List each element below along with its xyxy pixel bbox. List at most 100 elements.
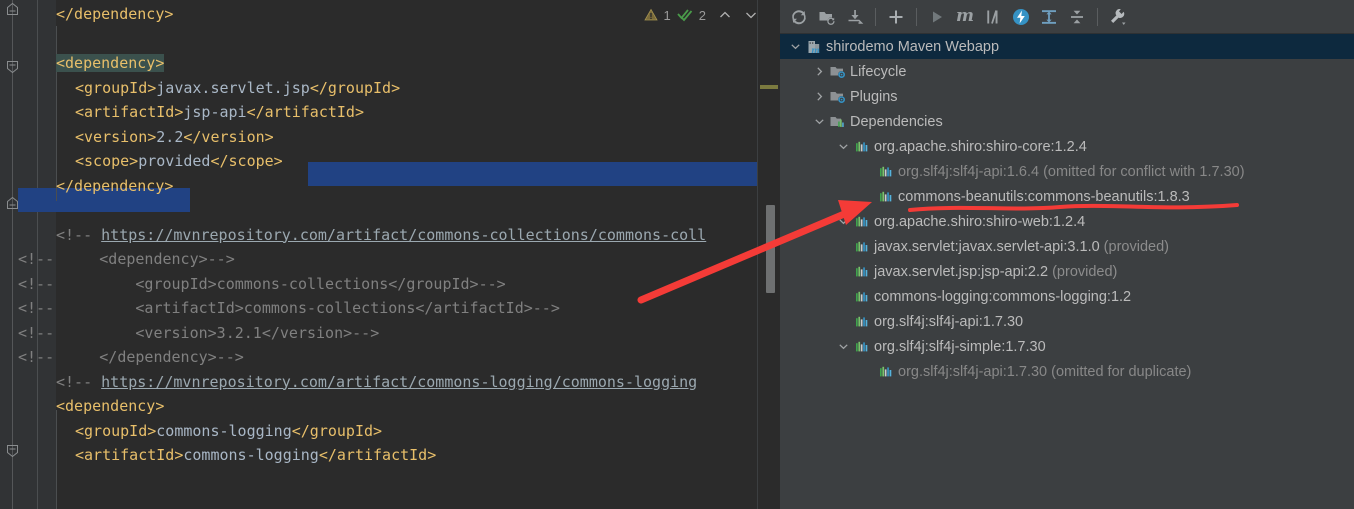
- code-token: <!-- <dependency>-->: [18, 250, 235, 268]
- code-line: <artifactId>commons-logging</artifactId>: [0, 443, 760, 468]
- code-text[interactable]: </dependency> <dependency> <groupId>javax.…: [0, 0, 760, 509]
- chevron-up-icon[interactable]: [718, 8, 732, 22]
- code-token: commons-logging: [156, 421, 292, 440]
- tree-row[interactable]: Dependencies: [780, 109, 1354, 134]
- tree-row[interactable]: org.slf4j:slf4j-api:1.7.30 (omitted for …: [780, 359, 1354, 384]
- chevron-down-icon[interactable]: [814, 116, 825, 127]
- folder-gear-icon: [830, 64, 846, 80]
- svg-text:m: m: [811, 45, 819, 55]
- editor-marker-bar[interactable]: [757, 0, 780, 509]
- editor-scrollbar-thumb[interactable]: [766, 205, 775, 293]
- tree-row[interactable]: org.apache.shiro:shiro-core:1.2.4: [780, 134, 1354, 159]
- tree-row-label: Plugins: [850, 88, 898, 105]
- code-line: <scope>provided</scope>: [0, 149, 760, 174]
- tree-row-label: shirodemo Maven Webapp: [826, 38, 1000, 55]
- code-token: commons-logging: [183, 446, 319, 464]
- tree-row[interactable]: org.slf4j:slf4j-simple:1.7.30: [780, 334, 1354, 359]
- toggle-skip-tests-icon[interactable]: [1008, 4, 1034, 30]
- tree-row[interactable]: javax.servlet:javax.servlet-api:3.1.0 (p…: [780, 234, 1354, 259]
- tree-row[interactable]: Plugins: [780, 84, 1354, 109]
- reimport-icon[interactable]: [786, 4, 812, 30]
- warning-marker-stripe[interactable]: [760, 85, 778, 89]
- collapse-all-icon[interactable]: [1064, 4, 1090, 30]
- tree-row[interactable]: commons-logging:commons-logging:1.2: [780, 284, 1354, 309]
- code-token: <groupId>: [75, 78, 157, 97]
- ok-count: 2: [698, 7, 706, 23]
- chevron-down-icon[interactable]: [744, 8, 758, 22]
- tree-row[interactable]: org.apache.shiro:shiro-web:1.2.4: [780, 209, 1354, 234]
- tree-row[interactable]: commons-beanutils:commons-beanutils:1.8.…: [780, 184, 1354, 209]
- folder-gear-icon: [830, 89, 846, 105]
- tree-row-label: Lifecycle: [850, 63, 907, 80]
- toolbar-separator: [1097, 7, 1098, 26]
- library-bars-icon: [854, 339, 870, 355]
- toolbar-separator: [916, 7, 917, 26]
- tree-row-label: org.slf4j:slf4j-api:1.7.30 (omitted for …: [898, 363, 1192, 380]
- code-line: <dependency>: [0, 51, 760, 76]
- toggle-offline-icon[interactable]: [980, 4, 1006, 30]
- code-token: <!-- <artifactId>commons-collections</ar…: [18, 299, 560, 317]
- code-line: <groupId>commons-logging</groupId>: [0, 419, 760, 444]
- chevron-down-icon[interactable]: [838, 141, 849, 152]
- code-editor-pane[interactable]: </dependency> <dependency> <groupId>javax.…: [0, 0, 780, 509]
- code-token: 2.2: [156, 127, 184, 146]
- chevron-down-icon[interactable]: [838, 341, 849, 352]
- folder-bars-icon: [830, 114, 846, 130]
- code-line: <!-- </dependency>-->: [0, 345, 760, 370]
- warning-count: 1: [663, 7, 671, 23]
- code-token: </dependency>: [56, 5, 174, 23]
- code-line: <!-- <artifactId>commons-collections</ar…: [0, 296, 760, 321]
- code-token: provided: [138, 152, 211, 170]
- library-bars-icon: [854, 289, 870, 305]
- code-token: <!-- </dependency>-->: [18, 348, 244, 366]
- show-dependencies-icon[interactable]: [1036, 4, 1062, 30]
- double-check-icon: [677, 8, 693, 22]
- code-token: https://mvnrepository.com/artifact/commo…: [101, 372, 698, 391]
- tree-row[interactable]: org.slf4j:slf4j-api:1.7.30: [780, 309, 1354, 334]
- maven-toolbar[interactable]: m: [780, 0, 1354, 34]
- code-token: <!--: [56, 372, 102, 391]
- ide-window: </dependency> <dependency> <groupId>javax.…: [0, 0, 1354, 509]
- tree-row-scope: (provided): [1099, 238, 1169, 255]
- code-line: <!-- <version>3.2.1</version>-->: [0, 321, 760, 346]
- code-token: <artifactId>: [75, 446, 184, 464]
- code-line: <!-- https://mvnrepository.com/artifact/…: [0, 370, 760, 395]
- run-icon[interactable]: [924, 4, 950, 30]
- inspection-widget[interactable]: 1 2: [643, 2, 758, 28]
- code-token: <groupId>: [75, 421, 157, 440]
- tree-row[interactable]: org.slf4j:slf4j-api:1.6.4 (omitted for c…: [780, 159, 1354, 184]
- toolbar-separator: [875, 7, 876, 26]
- code-line: <!-- https://mvnrepository.com/artifact/…: [0, 223, 760, 248]
- chevron-right-icon[interactable]: [814, 66, 825, 77]
- tree-row-label: org.slf4j:slf4j-simple:1.7.30: [874, 338, 1046, 355]
- code-token: </artifactId>: [246, 103, 364, 121]
- code-token: <!-- <groupId>commons-collections</group…: [18, 274, 506, 293]
- code-token: javax.servlet.jsp: [156, 78, 310, 97]
- chevron-right-icon[interactable]: [814, 91, 825, 102]
- code-line: <version>2.2</version>: [0, 125, 760, 150]
- warning-triangle-icon: [643, 8, 658, 22]
- code-token: </scope>: [210, 152, 283, 170]
- tree-row[interactable]: Lifecycle: [780, 59, 1354, 84]
- maven-project-icon: m: [806, 39, 822, 55]
- chevron-down-icon[interactable]: [790, 41, 801, 52]
- chevron-down-icon[interactable]: [838, 216, 849, 227]
- generate-sources-icon[interactable]: [814, 4, 840, 30]
- library-bars-icon: [878, 364, 894, 380]
- maven-project-tree[interactable]: m shirodemo Maven Webapp Lifecycle Plugins D…: [780, 34, 1354, 384]
- tree-row-label: org.slf4j:slf4j-api:1.7.30: [874, 313, 1024, 330]
- settings-wrench-icon[interactable]: [1105, 4, 1131, 30]
- download-sources-icon[interactable]: [842, 4, 868, 30]
- library-bars-icon: [854, 239, 870, 255]
- add-maven-project-icon[interactable]: [883, 4, 909, 30]
- code-line: <dependency>: [0, 394, 760, 419]
- tree-row[interactable]: javax.servlet.jsp:jsp-api:2.2 (provided): [780, 259, 1354, 284]
- execute-goal-icon[interactable]: m: [952, 4, 978, 30]
- code-line: </dependency>: [0, 174, 760, 199]
- tree-row-selected[interactable]: m shirodemo Maven Webapp: [780, 34, 1354, 59]
- tree-row-label: commons-beanutils:commons-beanutils:1.8.…: [898, 188, 1190, 205]
- code-token: <version>: [75, 127, 157, 146]
- code-token: <dependency>: [56, 54, 165, 72]
- code-token: <dependency>: [56, 397, 165, 415]
